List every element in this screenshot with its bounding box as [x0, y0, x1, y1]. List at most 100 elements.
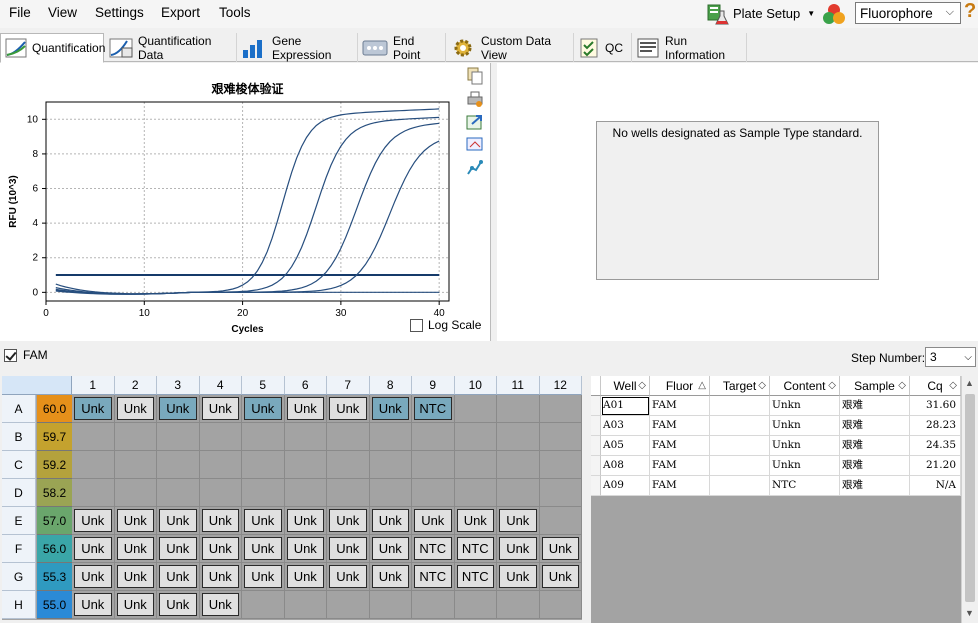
column-header-sample[interactable]: Sample ◇	[840, 376, 910, 396]
export-icon[interactable]	[466, 113, 484, 131]
amplification-curve-a01[interactable]	[55, 140, 440, 295]
menu-view[interactable]: View	[48, 5, 77, 20]
plate-cell-f11[interactable]: Unk	[497, 535, 540, 563]
well-ntc[interactable]: NTC	[456, 537, 494, 560]
zoom-icon[interactable]	[466, 136, 484, 154]
plate-cell-h11[interactable]	[497, 591, 540, 619]
plate-cell-g8[interactable]: Unk	[369, 563, 412, 591]
plate-cell-f1[interactable]: Unk	[72, 535, 115, 563]
plate-cell-c12[interactable]	[539, 451, 582, 479]
plate-cell-a2[interactable]: Unk	[114, 395, 157, 423]
plate-cell-h7[interactable]	[327, 591, 370, 619]
cell-well[interactable]: A01	[601, 396, 650, 416]
column-header-well[interactable]: Well ◇	[601, 376, 650, 396]
well-unk[interactable]: Unk	[541, 565, 579, 588]
well-unk[interactable]: Unk	[201, 565, 239, 588]
well-unk[interactable]: Unk	[74, 537, 112, 560]
plate-cell-h6[interactable]	[284, 591, 327, 619]
tab-qc[interactable]: QC	[574, 33, 632, 62]
well-ntc[interactable]: NTC	[414, 565, 452, 588]
plate-row-header[interactable]: D	[2, 479, 36, 507]
plate-row-header[interactable]: E	[2, 507, 36, 535]
cell-sample[interactable]: 艰难	[840, 436, 910, 456]
plate-cell-b11[interactable]	[497, 423, 540, 451]
well-unk[interactable]: Unk	[201, 509, 239, 532]
plate-cell-f3[interactable]: Unk	[157, 535, 200, 563]
cell-sample[interactable]: 艰难	[840, 476, 910, 496]
amplification-curve-a08[interactable]	[55, 108, 440, 295]
plate-cell-g3[interactable]: Unk	[157, 563, 200, 591]
plate-column-header[interactable]: 10	[454, 376, 497, 395]
plate-cell-e1[interactable]: Unk	[72, 507, 115, 535]
amplification-curve-a03[interactable]	[55, 122, 440, 295]
cell-target[interactable]	[710, 416, 770, 436]
plate-cell-f10[interactable]: NTC	[454, 535, 497, 563]
sort-icon[interactable]: ◇	[949, 376, 957, 396]
well-ntc[interactable]: NTC	[456, 565, 494, 588]
plate-cell-h4[interactable]: Unk	[199, 591, 242, 619]
scroll-up-icon[interactable]: ▲	[965, 378, 974, 388]
plate-cell-b9[interactable]	[412, 423, 455, 451]
plate-row-header[interactable]: C	[2, 451, 36, 479]
plate-cell-h12[interactable]	[539, 591, 582, 619]
plate-cell-a12[interactable]	[539, 395, 582, 423]
well-unk[interactable]: Unk	[74, 565, 112, 588]
well-unk[interactable]: Unk	[116, 509, 154, 532]
plate-cell-c6[interactable]	[284, 451, 327, 479]
dye-icon[interactable]	[821, 2, 847, 26]
step-number-select[interactable]: 3 ⌵	[925, 347, 976, 367]
cell-well[interactable]: A08	[601, 456, 650, 476]
cell-content[interactable]: Unkn	[770, 416, 840, 436]
fam-toggle[interactable]: FAM	[4, 348, 48, 362]
plate-cell-e11[interactable]: Unk	[497, 507, 540, 535]
plate-column-header[interactable]: 3	[157, 376, 200, 395]
fam-checkbox[interactable]	[4, 348, 17, 362]
cell-cq[interactable]: 21.20	[910, 456, 961, 476]
menu-export[interactable]: Export	[161, 5, 200, 20]
plate-cell-h5[interactable]	[242, 591, 285, 619]
plate-cell-c8[interactable]	[369, 451, 412, 479]
table-row[interactable]: A08 FAM Unkn 艰难 21.20	[591, 456, 961, 476]
well-unk[interactable]: Unk	[244, 509, 282, 532]
tab-quantification[interactable]: Quantification	[0, 33, 105, 63]
cell-cq[interactable]: 28.23	[910, 416, 961, 436]
plate-cell-f7[interactable]: Unk	[327, 535, 370, 563]
plate-cell-a4[interactable]: Unk	[199, 395, 242, 423]
plate-cell-g2[interactable]: Unk	[114, 563, 157, 591]
well-unk[interactable]: Unk	[159, 593, 197, 616]
plate-column-header[interactable]: 11	[497, 376, 540, 395]
cell-content[interactable]: Unkn	[770, 436, 840, 456]
cell-content[interactable]: NTC	[770, 476, 840, 496]
plate-cell-a10[interactable]	[454, 395, 497, 423]
well-unk[interactable]: Unk	[541, 537, 579, 560]
tab-quantification-data[interactable]: Quantification Data	[105, 33, 237, 62]
copy-icon[interactable]	[466, 67, 484, 85]
scroll-down-icon[interactable]: ▼	[965, 608, 974, 618]
well-unk[interactable]: Unk	[116, 593, 154, 616]
plate-cell-g10[interactable]: NTC	[454, 563, 497, 591]
plate-row-header[interactable]: H	[2, 591, 36, 619]
well-unk[interactable]: Unk	[201, 537, 239, 560]
table-row[interactable]: A09 FAM NTC 艰难 N/A	[591, 476, 961, 496]
scroll-thumb[interactable]	[965, 394, 975, 602]
plate-row-header[interactable]: A	[2, 395, 36, 423]
cell-sample[interactable]: 艰难	[840, 456, 910, 476]
plate-cell-g11[interactable]: Unk	[497, 563, 540, 591]
plate-cell-d9[interactable]	[412, 479, 455, 507]
log-scale-toggle[interactable]: Log Scale	[410, 318, 481, 332]
well-unk[interactable]: Unk	[201, 397, 239, 420]
well-unk[interactable]: Unk	[74, 509, 112, 532]
plate-cell-a11[interactable]	[497, 395, 540, 423]
well-unk[interactable]: Unk	[329, 565, 367, 588]
cell-target[interactable]	[710, 456, 770, 476]
cell-sample[interactable]: 艰难	[840, 396, 910, 416]
well-unk[interactable]: Unk	[329, 537, 367, 560]
column-header-target[interactable]: Target ◇	[710, 376, 770, 396]
plate-cell-c5[interactable]	[242, 451, 285, 479]
plate-cell-d10[interactable]	[454, 479, 497, 507]
well-unk[interactable]: Unk	[74, 593, 112, 616]
well-unk[interactable]: Unk	[499, 565, 537, 588]
tab-run-information[interactable]: Run Information	[632, 33, 747, 62]
tab-end-point[interactable]: End Point	[358, 33, 446, 62]
plate-cell-d7[interactable]	[327, 479, 370, 507]
